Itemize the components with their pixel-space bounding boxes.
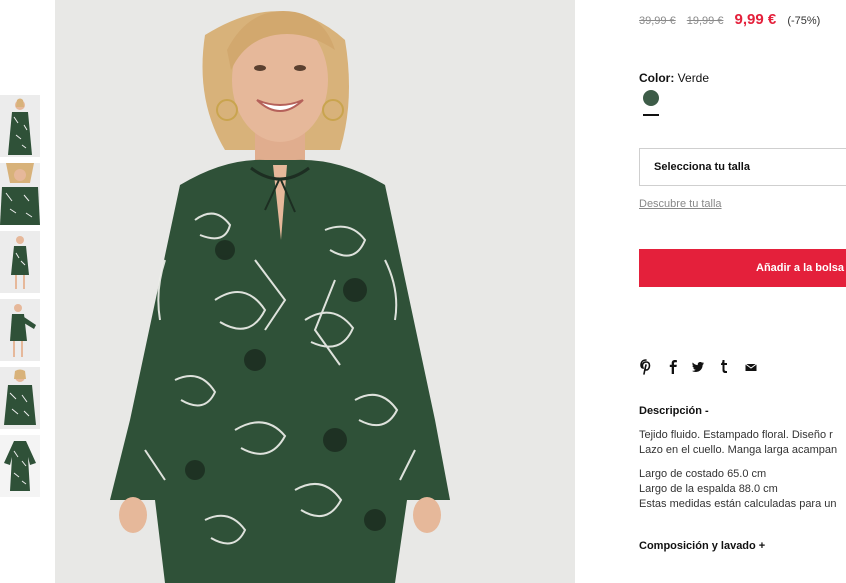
thumbnail-full-length-view[interactable] <box>0 231 40 293</box>
description-line: Largo de la espalda 88.0 cm <box>639 483 778 495</box>
pinterest-icon[interactable] <box>639 359 653 375</box>
color-value: Verde <box>677 71 710 85</box>
color-swatch-verde[interactable] <box>643 90 659 106</box>
model-photo <box>55 0 575 583</box>
mail-icon[interactable] <box>744 359 758 375</box>
description-line: Lazo en el cuello. Manga larga acampan <box>639 444 838 456</box>
size-select[interactable]: Selecciona tu talla <box>639 148 846 186</box>
thumbnail-close-view[interactable] <box>0 367 40 429</box>
size-select-value: Selecciona tu talla <box>654 161 750 173</box>
facebook-icon[interactable] <box>666 359 680 375</box>
description-line: Tejido fluido. Estampado floral. Diseño … <box>639 429 833 441</box>
description-line: Largo de costado 65.0 cm <box>639 468 767 480</box>
original-price: 39,99 € <box>639 15 676 27</box>
thumbnail-flat-view[interactable] <box>0 435 40 497</box>
previous-price: 19,99 € <box>686 15 724 27</box>
color-label: Color: Verde <box>639 71 709 85</box>
add-to-bag-button[interactable]: Añadir a la bolsa <box>639 249 846 287</box>
description-title[interactable]: Descripción - <box>639 405 709 417</box>
product-main-image[interactable] <box>55 0 575 583</box>
thumbnail-side-view[interactable] <box>0 299 40 361</box>
composition-care-toggle[interactable]: Composición y lavado + <box>639 540 765 552</box>
selected-swatch-indicator <box>643 114 659 116</box>
discount-badge: (-75%) <box>787 15 821 27</box>
color-label-title: Color: <box>639 71 675 85</box>
current-price: 9,99 € <box>734 11 777 28</box>
twitter-icon[interactable] <box>691 359 705 375</box>
size-guide-link[interactable]: Descubre tu talla <box>639 198 722 210</box>
tumblr-icon[interactable] <box>717 359 731 375</box>
thumbnail-detail-view[interactable] <box>0 163 40 225</box>
description-line: Estas medidas están calculadas para un <box>639 498 837 510</box>
price-row: 39,99 € 19,99 € 9,99 € (-75%) <box>639 11 820 28</box>
product-page: 39,99 € 19,99 € 9,99 € (-75%) Color: Ver… <box>0 0 846 583</box>
thumbnail-front-view[interactable] <box>0 95 40 157</box>
